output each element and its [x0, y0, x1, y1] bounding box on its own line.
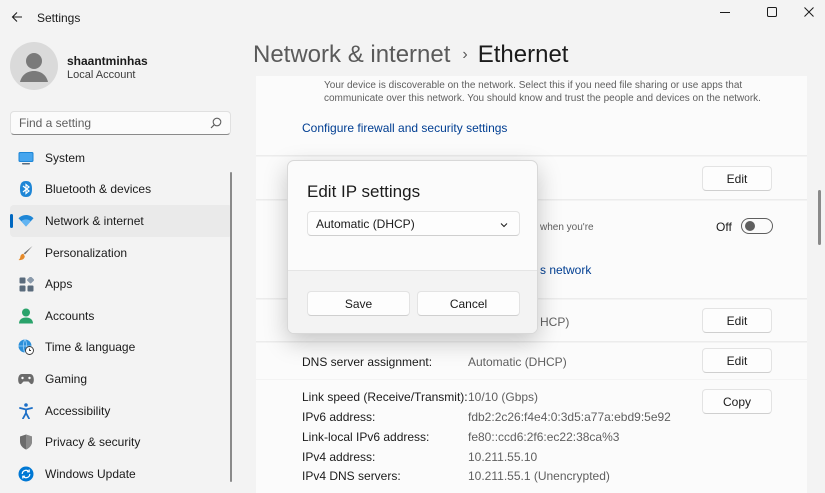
dialog-title: Edit IP settings: [307, 182, 421, 201]
property-label: IPv6 address:: [302, 410, 376, 424]
account-name: shaantminhas: [67, 54, 148, 68]
sidebar-item-privacy[interactable]: Privacy & security: [10, 426, 232, 458]
firewall-settings-link[interactable]: Configure firewall and security settings: [302, 121, 507, 135]
ip-assignment-value-partial: HCP): [540, 315, 570, 329]
system-icon: [18, 150, 34, 166]
toggle-knob: [745, 221, 755, 231]
dns-assignment-value: Automatic (DHCP): [468, 355, 567, 369]
property-label: IPv4 address:: [302, 450, 376, 464]
update-icon: [18, 466, 34, 482]
avatar[interactable]: [10, 42, 58, 90]
sidebar-item-time-language[interactable]: Time & language: [10, 332, 232, 364]
sidebar-scrollbar[interactable]: [230, 172, 232, 482]
copy-button[interactable]: Copy: [702, 389, 772, 414]
sidebar-item-apps[interactable]: Apps: [10, 268, 232, 300]
sidebar-item-label: Gaming: [45, 371, 88, 386]
save-button[interactable]: Save: [307, 291, 410, 316]
active-indicator: [10, 214, 13, 229]
property-label: Link-local IPv6 address:: [302, 430, 430, 444]
metered-connection-toggle[interactable]: [741, 218, 773, 234]
ip-assignment-edit-button[interactable]: Edit: [702, 308, 772, 333]
chevron-right-icon: ›: [462, 46, 468, 63]
ip-mode-dropdown[interactable]: Automatic (DHCP): [307, 211, 520, 236]
sidebar-item-personalization[interactable]: Personalization: [10, 237, 232, 269]
shield-icon: [18, 434, 34, 450]
close-button[interactable]: [789, 0, 825, 24]
sidebar-item-label: Privacy & security: [45, 435, 141, 450]
sidebar-item-bluetooth[interactable]: Bluetooth & devices: [10, 174, 232, 206]
gamepad-icon: [18, 371, 34, 387]
toggle-state-label: Off: [716, 220, 732, 234]
search-input[interactable]: [11, 112, 230, 134]
sidebar-item-label: System: [45, 150, 86, 165]
dns-assignment-label: DNS server assignment:: [302, 355, 433, 369]
accessibility-icon: [18, 402, 34, 419]
dialog-footer: Save Cancel: [288, 270, 537, 333]
sidebar-item-label: Network & internet: [45, 213, 144, 228]
maximize-button[interactable]: [752, 0, 792, 24]
title-bar: Settings: [0, 0, 825, 36]
minimize-button[interactable]: [705, 0, 745, 24]
page-title: Ethernet: [477, 41, 569, 68]
property-value: 10/10 (Gbps): [468, 390, 539, 404]
sidebar-item-label: Time & language: [45, 340, 136, 355]
chevron-down-icon: [499, 219, 509, 233]
app-title: Settings: [37, 11, 81, 25]
sidebar-nav: System Bluetooth & devices Network & int…: [10, 142, 232, 490]
apps-icon: [18, 276, 34, 292]
sidebar-item-accounts[interactable]: Accounts: [10, 300, 232, 332]
sidebar-item-gaming[interactable]: Gaming: [10, 363, 232, 395]
metered-description-partial: when you're: [540, 222, 594, 233]
sidebar-item-network[interactable]: Network & internet: [10, 205, 232, 237]
minimize-icon: [720, 12, 730, 13]
sidebar-item-label: Apps: [45, 277, 73, 292]
sidebar-item-system[interactable]: System: [10, 142, 232, 174]
property-label: Link speed (Receive/Transmit):: [302, 390, 468, 404]
property-value: fdb2:2c26:f4e4:0:3d5:a77a:ebd9:5e92: [468, 410, 671, 424]
edit-button[interactable]: Edit: [702, 166, 772, 191]
close-icon: [804, 7, 814, 17]
data-limit-link-partial[interactable]: s network: [540, 263, 591, 277]
network-profile-description: Your device is discoverable on the netwo…: [324, 80, 761, 104]
property-value: 10.211.55.10: [468, 450, 538, 464]
back-arrow-icon: [11, 12, 22, 22]
globe-clock-icon: [18, 339, 34, 356]
user-avatar-icon: [20, 53, 48, 82]
property-label: IPv4 DNS servers:: [302, 469, 401, 483]
dns-edit-button[interactable]: Edit: [702, 348, 772, 373]
sidebar-item-accessibility[interactable]: Accessibility: [10, 395, 232, 427]
sidebar-item-label: Personalization: [45, 245, 128, 260]
sidebar-item-windows-update[interactable]: Windows Update: [10, 458, 232, 490]
sidebar-item-label: Bluetooth & devices: [45, 182, 152, 197]
search-icon[interactable]: [210, 117, 222, 132]
edit-ip-settings-dialog: Edit IP settings Automatic (DHCP) Save C…: [287, 160, 538, 334]
back-button[interactable]: [6, 6, 28, 28]
sidebar-item-label: Accounts: [45, 308, 95, 323]
main-scrollbar[interactable]: [818, 190, 821, 245]
sidebar-item-label: Accessibility: [45, 403, 111, 418]
search-box[interactable]: [10, 111, 231, 135]
account-type: Local Account: [67, 69, 136, 81]
sidebar-item-label: Windows Update: [45, 466, 136, 481]
brush-icon: [18, 245, 34, 261]
breadcrumb: Network & internet › Ethernet: [253, 41, 568, 69]
wifi-icon: [18, 213, 34, 229]
property-value: 10.211.55.1 (Unencrypted): [468, 469, 610, 483]
bluetooth-icon: [18, 181, 34, 198]
breadcrumb-parent[interactable]: Network & internet: [253, 41, 450, 68]
cancel-button[interactable]: Cancel: [417, 291, 520, 316]
dropdown-selected-value: Automatic (DHCP): [316, 216, 415, 231]
person-icon: [18, 308, 34, 324]
property-value: fe80::ccd6:2f6:ec22:38ca%3: [468, 430, 620, 444]
maximize-icon: [767, 7, 777, 17]
